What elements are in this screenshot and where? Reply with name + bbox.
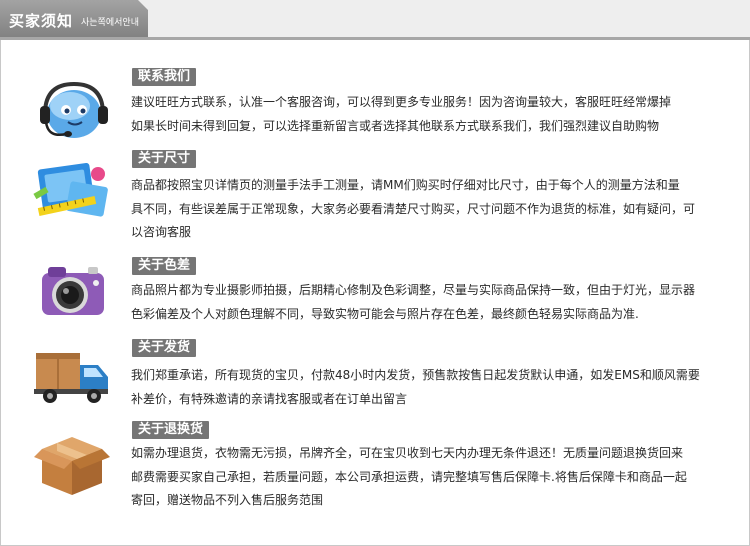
section-title: 关于退换货: [132, 421, 210, 439]
header-subtitle: 사는쪽에서안내: [81, 18, 139, 28]
section-title: 关于发货: [132, 339, 197, 357]
header-title: 买家须知: [9, 11, 74, 30]
section-body: 我们郑重承诺，所有现货的宝贝，付款48小时内发货，预售款按售日起发货默认申通，如…: [131, 368, 700, 406]
header-tab: 买家须知 사는쪽에서안내: [0, 0, 148, 40]
measuring-tools-icon: [32, 156, 112, 226]
section-title: 关于色差: [132, 257, 197, 275]
section-title: 联系我们: [132, 68, 197, 86]
cardboard-box-icon: [32, 429, 112, 499]
section-body: 如需办理退货，衣物需无污损，吊牌齐全，可在宝贝收到七天内办理无条件退还！无质量问…: [131, 446, 687, 507]
section-body: 建议旺旺方式联系，认准一个客服咨询，可以得到更多专业服务！因为咨询量较大，客服旺…: [131, 95, 672, 133]
header-bar: 买家须知 사는쪽에서안내: [0, 0, 750, 40]
section-body: 商品都按照宝贝详情页的测量手法手工测量，请MM们购买时仔细对比尺寸，由于每个人的…: [131, 178, 696, 239]
delivery-truck-icon: [32, 339, 112, 409]
section-body: 商品照片都为专业摄影师拍摄，后期精心修制及色彩调整，尽量与实际商品保持一致，但由…: [131, 283, 696, 321]
camera-icon: [32, 255, 112, 325]
section-title: 关于尺寸: [132, 150, 197, 168]
customer-service-headset-icon: [32, 76, 112, 146]
